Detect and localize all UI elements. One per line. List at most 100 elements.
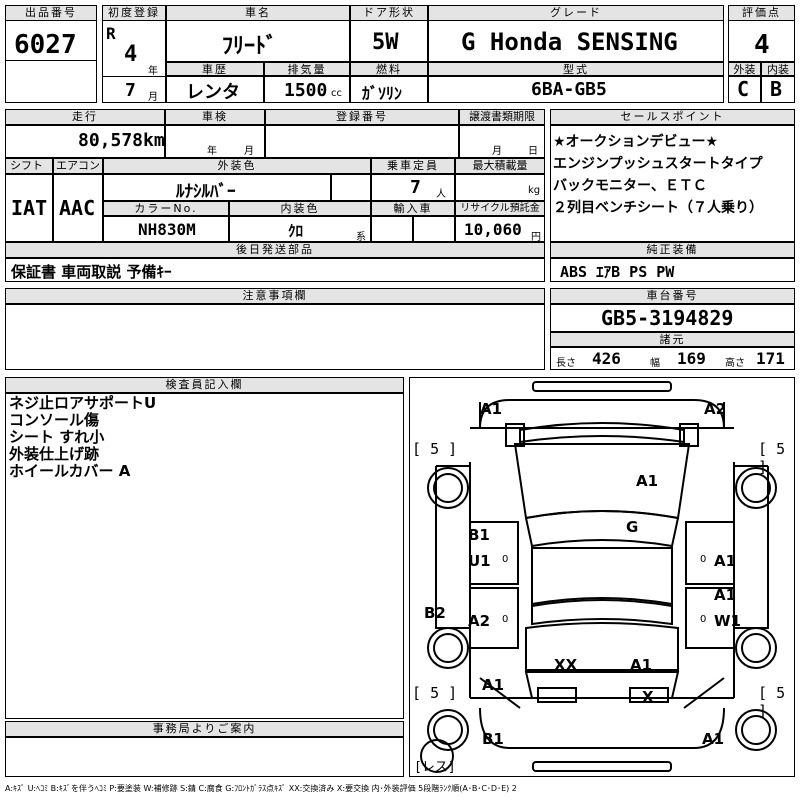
tire-fl: [ 5 ] [412,440,458,458]
reg-year-unit: 年 [148,66,158,77]
displacement: 1500 [284,80,328,101]
dmg-rr-door-1: A1 [714,586,737,604]
office-cell [5,737,404,777]
spare-tire: [レス] [414,760,456,775]
mileage: 80,578 [78,130,144,151]
mileage-unit: km [143,130,165,151]
reg-year: 4 [124,42,138,67]
sales-point: ★オークションデビュー★ [553,134,719,150]
tire-rr: [ 5 ] [758,684,786,720]
chassis-label: 車台番号 [550,288,795,304]
color-label: 外装色 [103,158,371,174]
tire-fr: [ 5 ] [758,440,786,476]
dmg-lr-mark: 0 [502,614,509,625]
width-label: 幅 [650,358,660,369]
length: 426 [592,349,621,368]
import-cell-1 [371,216,413,242]
height: 171 [756,349,785,368]
max-load-label: 最大積載量 [455,158,545,174]
damage-diagram: A1 A2 [ 5 ] [ 5 ] A1 G B1 U1 0 A1 0 B2 A… [409,377,795,777]
reg-month: 7 [125,80,136,101]
notes-cell [5,304,545,370]
recycle-unit: 円 [531,232,541,243]
transfer-label: 譲渡書類期限 [459,109,545,125]
lot-blank [5,60,97,103]
import-label: 輸入車 [371,201,455,216]
displacement-unit: cc [331,88,342,99]
transfer-month: 月 [492,146,502,157]
dmg-lf-mark: 0 [502,554,509,565]
exterior-grade: C [737,77,750,101]
lot-label: 出品番号 [5,5,97,21]
max-load-unit: kg [528,185,541,196]
dmg-lr-door: A2 [468,612,491,630]
era: R [106,24,116,43]
dmg-rr-mark: 0 [700,614,707,625]
interior-color-label: 内装色 [229,201,371,216]
recycle-label: リサイクル預託金 [455,201,545,216]
inspector-label: 検査員記入欄 [5,377,404,393]
import-cell-2 [413,216,455,242]
dmg-rear-left: B1 [482,730,504,748]
displacement-label: 排気量 [264,62,350,76]
fuel: ｶﾞｿﾘﾝ [362,84,403,103]
inspection-year: 年 [207,146,217,157]
inspection-month: 月 [244,146,254,157]
width: 169 [677,349,706,368]
inspector-notes: ネジ止ロアサポートU コンソール傷 シート すれ小 外装仕上げ跡 ホイールカバー… [9,395,156,480]
dmg-rear-right: A1 [702,730,725,748]
height-label: 高さ [725,358,745,369]
dmg-hood: A1 [636,472,659,490]
dimensions-label: 諸元 [550,332,795,347]
car-name: ﾌﾘｰﾄﾞ [222,34,278,59]
shift-label: シフト [5,158,53,174]
dmg-rf-door: A1 [714,552,737,570]
accessories-label: 後日発送部品 [5,242,545,258]
dmg-front-right: A2 [704,400,727,418]
dmg-left-quarter: A1 [482,676,505,694]
mileage-label: 走行 [5,109,165,125]
inspector-line: コンソール傷 [9,411,100,429]
tire-rl: [ 5 ] [412,684,458,702]
grade-label: グレード [428,5,724,21]
model: 6BA-GB5 [531,79,607,100]
history: レンタ [186,82,240,103]
ac: AAC [59,196,96,220]
color: ﾙﾅｼﾙﾊﾞｰ [176,182,236,202]
color-no-label: カラーNo. [103,201,229,216]
first-reg-label: 初度登録 [102,5,166,21]
inspector-line: シート すれ小 [9,428,105,446]
sales-point: ２列目ベンチシート（７人乗り） [553,200,763,216]
legend: A:ｷｽﾞ U:ﾍｺﾐ B:ｷｽﾞを伴うﾍｺﾐ P:要塗装 W:補修跡 S:錆 … [5,784,517,793]
sales-point: バックモニター、ＥＴＣ [553,178,707,194]
interior-label: 内装 [761,62,795,76]
reg-no-label: 登録番号 [265,109,459,125]
notes-label: 注意事項欄 [5,288,545,304]
accessories: 保証書 車両取説 予備ｷｰ [11,263,172,281]
shift: IAT [11,196,48,220]
dmg-rf-mark: 0 [700,554,707,565]
ac-label: エアコン [53,158,103,174]
sales-point: エンジンプッシュスタートタイプ [553,156,763,172]
reg-month-unit: 月 [148,92,158,103]
dmg-rear-glass: A1 [630,656,653,674]
score: 4 [754,30,770,60]
dmg-lf-door-1: B1 [468,526,490,544]
chassis-number: GB5-3194829 [601,306,734,330]
inspector-line: ネジ止ロアサポートU [9,394,157,412]
door-type: 5W [372,30,399,55]
inspector-line: ホイールカバー A [9,462,131,480]
capacity-label: 乗車定員 [371,158,455,174]
length-label: 長さ [556,358,576,369]
door-label: ドア形状 [350,5,428,21]
interior-color-unit: 系 [356,232,366,243]
color-no: NH830M [138,220,196,239]
office-label: 事務局よりご案内 [5,721,404,737]
color-blank [331,174,371,201]
sales-points-label: セールスポイント [550,109,795,125]
reg-no-cell [265,125,459,158]
dmg-front-left: A1 [480,400,503,418]
dmg-l-rear-fender: B2 [424,604,446,622]
car-outline-svg [420,381,777,773]
dmg-windshield: G [626,518,639,536]
